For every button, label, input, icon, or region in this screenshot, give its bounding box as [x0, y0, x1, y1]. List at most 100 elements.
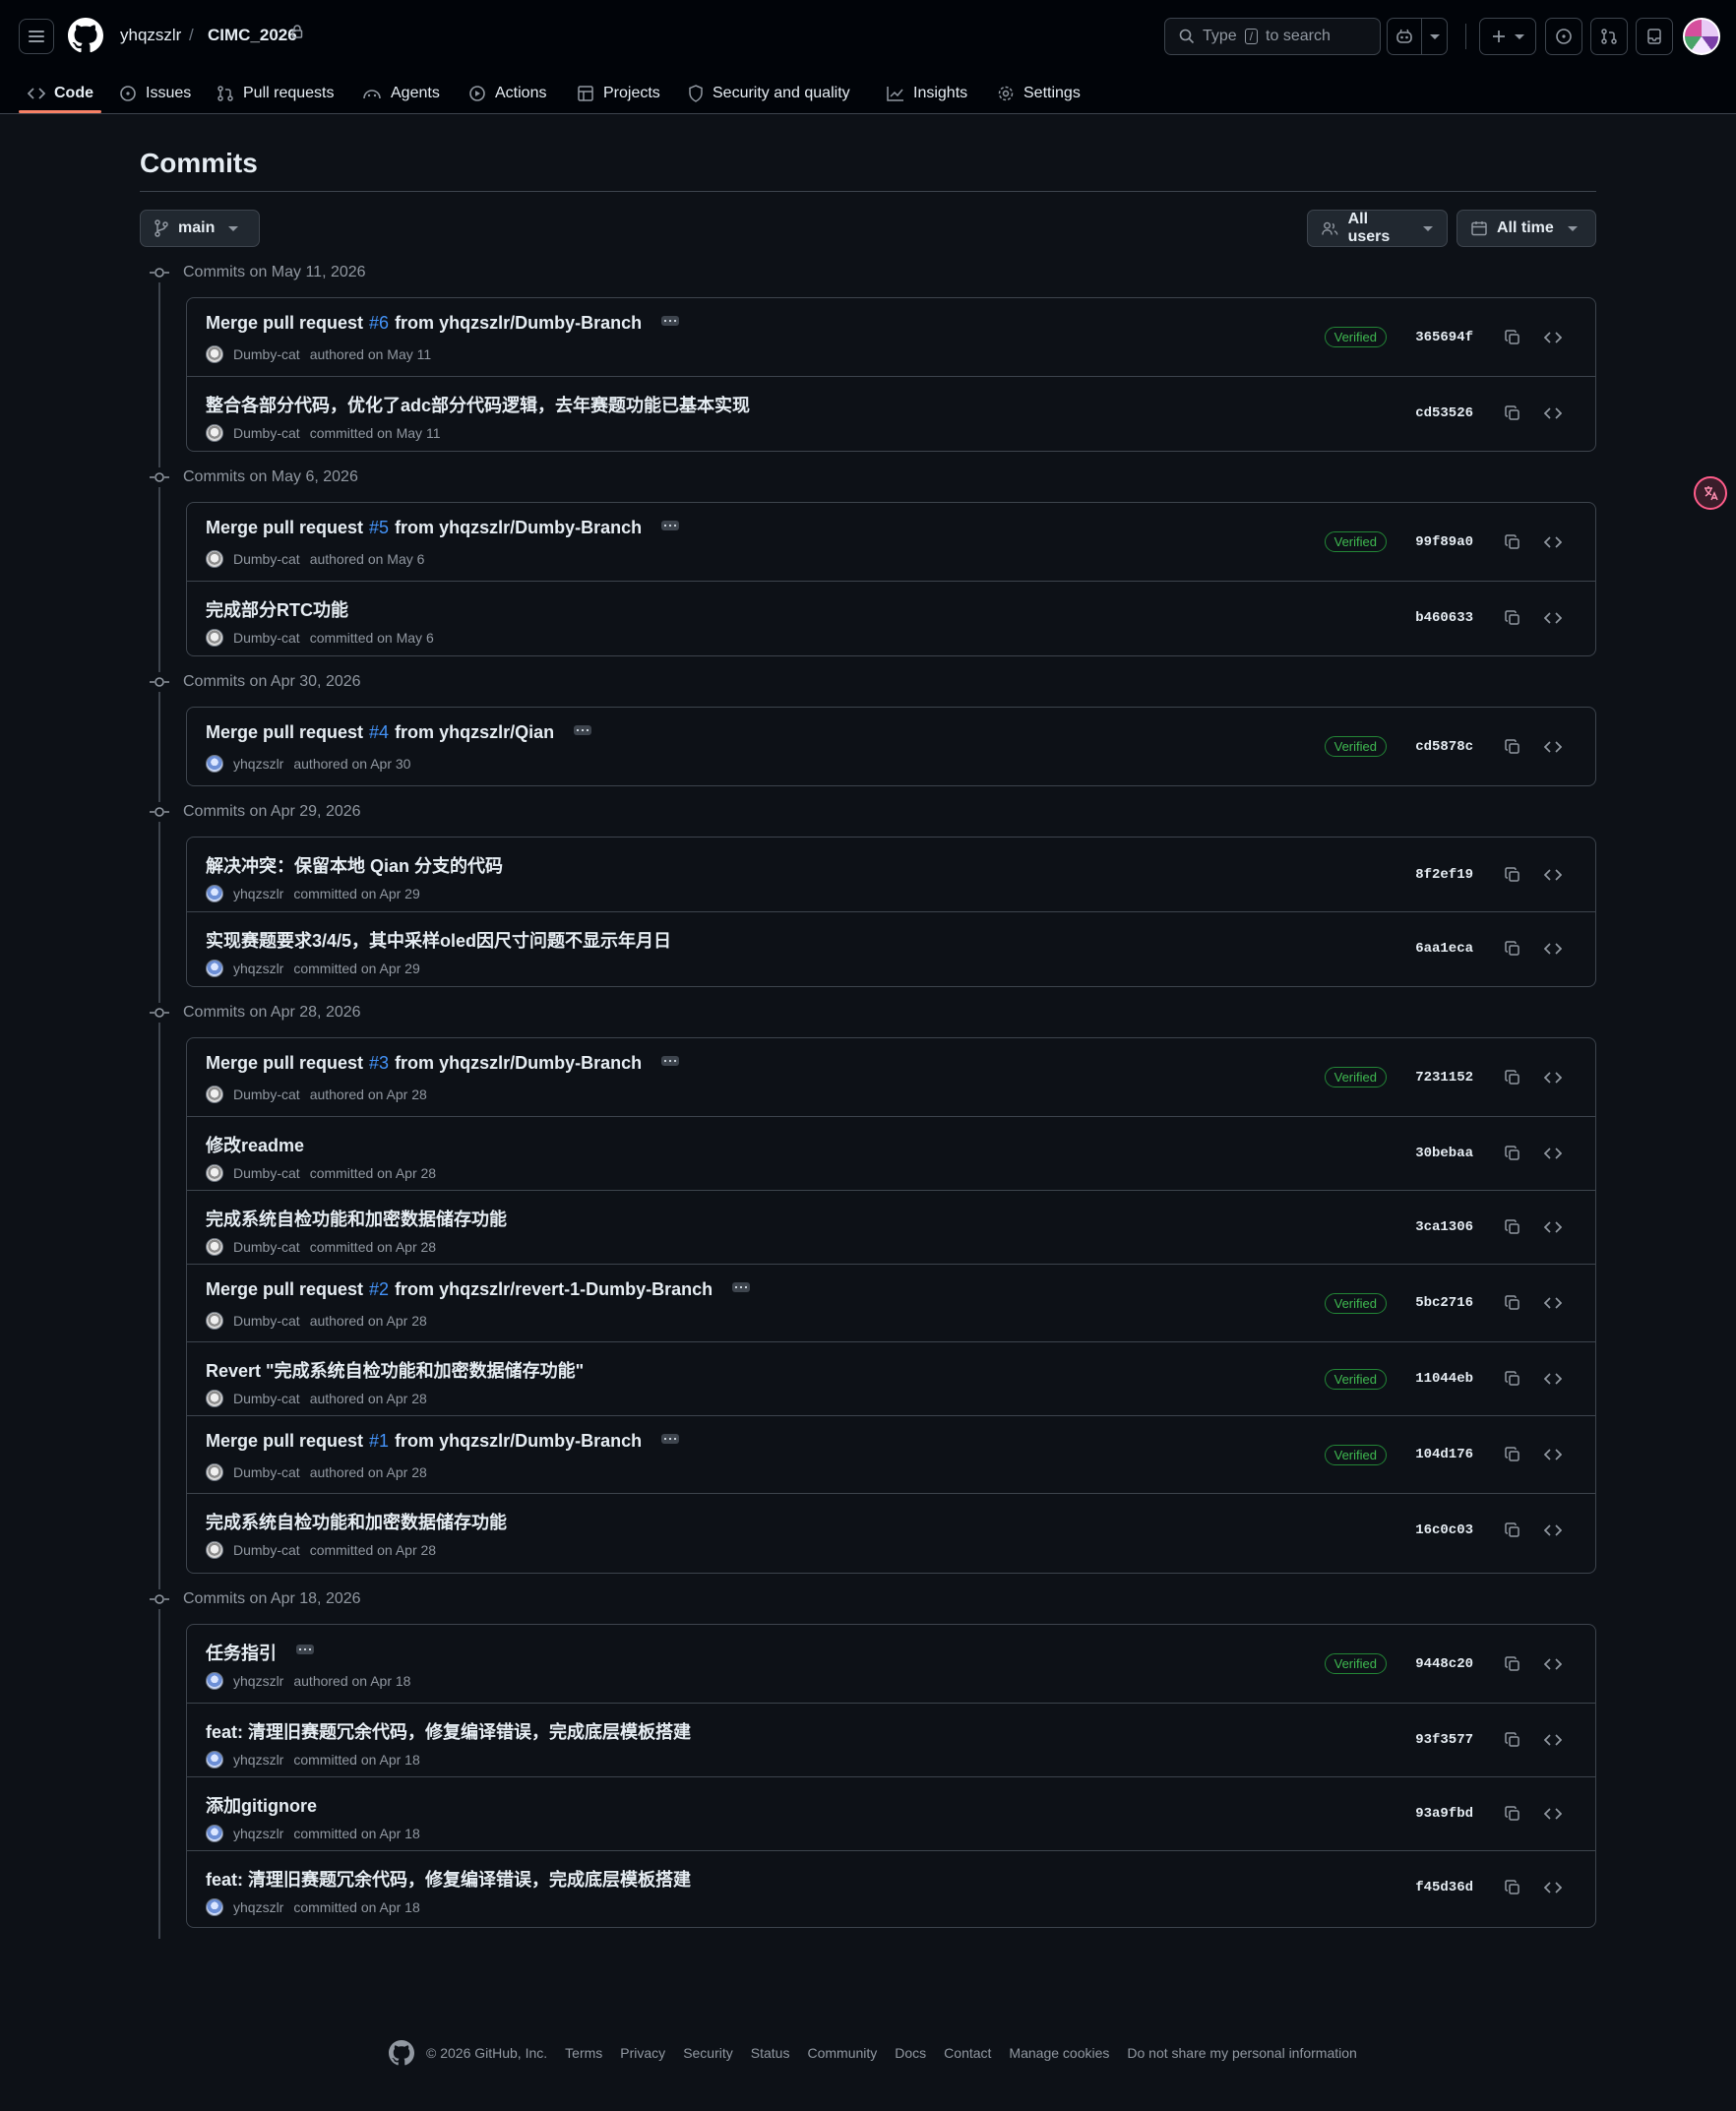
author-avatar[interactable] [206, 1541, 223, 1559]
commit-message-rest[interactable]: from yhqzszlr/Qian [395, 722, 554, 743]
verified-badge[interactable]: Verified [1324, 531, 1387, 552]
expand-message-button[interactable] [661, 1055, 680, 1066]
commit-message-rest[interactable]: from yhqzszlr/Dumby-Branch [395, 518, 642, 538]
issues-button[interactable] [1545, 18, 1582, 55]
copy-icon[interactable] [1496, 1061, 1529, 1094]
footer-link-community[interactable]: Community [807, 2045, 877, 2061]
tab-agents[interactable]: Agents [354, 73, 448, 114]
author-avatar[interactable] [206, 345, 223, 363]
commit-row[interactable]: 完成系统自检功能和加密数据储存功能 Dumby-cat committed on A… [187, 1493, 1595, 1567]
footer-link-contact[interactable]: Contact [944, 2045, 991, 2061]
author-avatar[interactable] [206, 1898, 223, 1916]
copilot-button[interactable] [1387, 18, 1448, 55]
copy-icon[interactable] [1496, 730, 1529, 764]
commit-row[interactable]: Merge pull request #6 from yhqzszlr/Dumb… [187, 298, 1595, 376]
commit-author[interactable]: yhqzszlr [233, 1752, 283, 1768]
footer-link-status[interactable]: Status [751, 2045, 790, 2061]
commit-sha[interactable]: 11044eb [1412, 1371, 1473, 1387]
commit-row[interactable]: feat: 清理旧赛题冗余代码，修复编译错误，完成底层模板搭建 yhqzszlr c… [187, 1703, 1595, 1776]
commit-sha[interactable]: b460633 [1412, 610, 1473, 626]
inbox-button[interactable] [1636, 18, 1673, 55]
author-avatar[interactable] [206, 1751, 223, 1769]
commit-author[interactable]: Dumby-cat [233, 1464, 300, 1480]
commit-row[interactable]: Revert "完成系统自检功能和加密数据储存功能" Dumby-cat autho… [187, 1341, 1595, 1415]
commit-sha[interactable]: 30bebaa [1412, 1146, 1473, 1161]
tab-issues[interactable]: Issues [111, 73, 199, 114]
commit-message-text[interactable]: Merge pull request [206, 313, 363, 334]
commit-message-text[interactable]: Merge pull request [206, 1053, 363, 1074]
users-filter-button[interactable]: All users [1307, 210, 1448, 247]
pull-requests-button[interactable] [1590, 18, 1628, 55]
commit-message-text[interactable]: 解决冲突：保留本地 Qian 分支的代码 [206, 852, 503, 878]
commit-row[interactable]: 修改readme Dumby-cat committed on Apr 28 30be… [187, 1116, 1595, 1190]
copy-icon[interactable] [1496, 321, 1529, 354]
copy-icon[interactable] [1496, 1514, 1529, 1547]
tab-settings[interactable]: Settings [989, 73, 1088, 114]
commit-author[interactable]: yhqzszlr [233, 1899, 283, 1915]
commit-message-text[interactable]: Merge pull request [206, 1431, 363, 1452]
copy-icon[interactable] [1496, 1871, 1529, 1904]
browse-code-icon[interactable] [1536, 1723, 1570, 1757]
commit-sha[interactable]: cd5878c [1412, 739, 1473, 755]
expand-message-button[interactable] [661, 315, 680, 326]
pull-request-link[interactable]: #6 [369, 313, 389, 334]
commit-author[interactable]: Dumby-cat [233, 1313, 300, 1329]
commit-author[interactable]: Dumby-cat [233, 346, 300, 362]
commit-row[interactable]: Merge pull request #2 from yhqzszlr/reve… [187, 1264, 1595, 1341]
commit-sha[interactable]: 104d176 [1412, 1447, 1473, 1462]
copy-icon[interactable] [1496, 932, 1529, 965]
browse-code-icon[interactable] [1536, 1061, 1570, 1094]
commit-sha[interactable]: 93a9fbd [1412, 1806, 1473, 1822]
create-new-button[interactable] [1479, 18, 1536, 55]
copy-icon[interactable] [1496, 1647, 1529, 1681]
commit-message-text[interactable]: 实现赛题要求3/4/5，其中采样oled因尺寸问题不显示年月日 [206, 927, 671, 953]
tab-code[interactable]: Code [20, 73, 101, 114]
author-avatar[interactable] [206, 755, 223, 773]
commit-author[interactable]: Dumby-cat [233, 1239, 300, 1255]
browse-code-icon[interactable] [1536, 1362, 1570, 1396]
footer-link-security[interactable]: Security [683, 2045, 733, 2061]
tab-security[interactable]: Security and quality [680, 73, 858, 114]
branch-select-button[interactable]: main [140, 210, 260, 247]
browse-code-icon[interactable] [1536, 321, 1570, 354]
expand-message-button[interactable] [732, 1281, 751, 1292]
commit-message-text[interactable]: 添加gitignore [206, 1792, 317, 1818]
browse-code-icon[interactable] [1536, 932, 1570, 965]
commit-message-rest[interactable]: from yhqzszlr/revert-1-Dumby-Branch [395, 1279, 713, 1300]
browse-code-icon[interactable] [1536, 1797, 1570, 1831]
commit-message-text[interactable]: Merge pull request [206, 722, 363, 743]
commit-sha[interactable]: 8f2ef19 [1412, 867, 1473, 883]
expand-message-button[interactable] [661, 1433, 680, 1444]
commit-row[interactable]: 整合各部分代码，优化了adc部分代码逻辑，去年赛题功能已基本实现 Dumby-ca… [187, 376, 1595, 450]
commit-message-text[interactable]: 完成系统自检功能和加密数据储存功能 [206, 1206, 507, 1231]
pull-request-link[interactable]: #2 [369, 1279, 389, 1300]
commit-author[interactable]: yhqzszlr [233, 1673, 283, 1689]
pull-request-link[interactable]: #5 [369, 518, 389, 538]
expand-message-button[interactable] [661, 520, 680, 530]
pull-request-link[interactable]: #1 [369, 1431, 389, 1452]
author-avatar[interactable] [206, 1164, 223, 1182]
verified-badge[interactable]: Verified [1324, 736, 1387, 757]
verified-badge[interactable]: Verified [1324, 1067, 1387, 1087]
commit-author[interactable]: Dumby-cat [233, 1542, 300, 1558]
footer-link-manage-cookies[interactable]: Manage cookies [1009, 2045, 1109, 2061]
verified-badge[interactable]: Verified [1324, 1444, 1387, 1465]
github-mark-icon[interactable] [389, 2040, 414, 2066]
commit-sha[interactable]: cd53526 [1412, 405, 1473, 421]
breadcrumb-repo[interactable]: CIMC_2026 [208, 26, 297, 45]
menu-button[interactable] [19, 19, 54, 54]
footer-link-docs[interactable]: Docs [895, 2045, 926, 2061]
author-avatar[interactable] [206, 1238, 223, 1256]
verified-badge[interactable]: Verified [1324, 1292, 1387, 1314]
commit-author[interactable]: yhqzszlr [233, 961, 283, 976]
tab-insights[interactable]: Insights [879, 73, 975, 114]
commit-sha[interactable]: 3ca1306 [1412, 1219, 1473, 1235]
copy-icon[interactable] [1496, 1723, 1529, 1757]
author-avatar[interactable] [206, 1463, 223, 1481]
browse-code-icon[interactable] [1536, 526, 1570, 559]
commit-row[interactable]: 解决冲突：保留本地 Qian 分支的代码 yhqzszlr committed on… [187, 838, 1595, 911]
commit-row[interactable]: feat: 清理旧赛题冗余代码，修复编译错误，完成底层模板搭建 yhqzszlr c… [187, 1850, 1595, 1924]
verified-badge[interactable]: Verified [1324, 1653, 1387, 1674]
commit-author[interactable]: Dumby-cat [233, 425, 300, 441]
tab-projects[interactable]: Projects [569, 73, 668, 114]
